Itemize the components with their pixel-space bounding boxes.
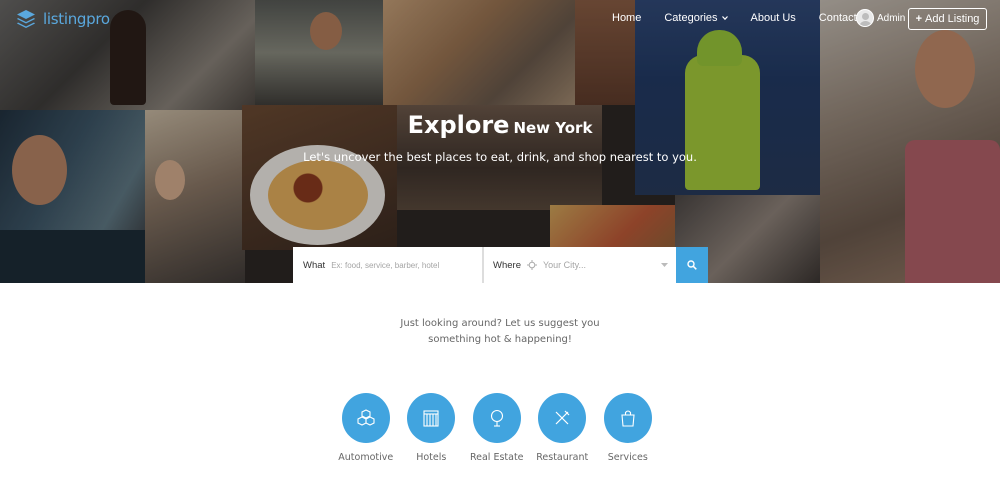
hotel-building-icon [423, 410, 439, 427]
suggest-line-1: Just looking around? Let us suggest you [400, 318, 600, 329]
category-label: Services [607, 452, 648, 463]
where-city-input[interactable] [542, 260, 653, 270]
nav-home[interactable]: Home [612, 12, 641, 24]
suggest-line-2: something hot & happening! [428, 334, 572, 345]
crosshair-icon [526, 260, 537, 270]
category-circle [341, 393, 390, 443]
fork-knife-icon [555, 410, 570, 425]
category-real-estate[interactable]: Real Estate [464, 393, 530, 463]
category-services[interactable]: Services [595, 393, 661, 463]
nav-about-us[interactable]: About Us [751, 12, 796, 24]
add-listing-button[interactable]: + Add Listing [908, 8, 987, 30]
add-listing-label: Add Listing [925, 13, 980, 25]
nav-categories-label: Categories [664, 12, 718, 24]
what-search-input[interactable] [331, 260, 472, 270]
layers-icon [17, 10, 35, 28]
nav-home-label: Home [612, 12, 642, 24]
category-label: Real Estate [469, 452, 524, 463]
search-icon [687, 260, 697, 270]
category-circle [472, 393, 521, 443]
where-label: Where [493, 259, 521, 271]
search-bar: What Where [293, 247, 708, 283]
category-circle [538, 393, 587, 443]
category-automotive[interactable]: Automotive [333, 393, 399, 463]
hero-headline: Explore New York [0, 111, 1000, 139]
category-label: Automotive [338, 452, 394, 463]
suggest-text: Just looking around? Let us suggest you … [0, 316, 1000, 348]
category-label: Hotels [416, 452, 447, 463]
map-pin-icon [490, 409, 503, 427]
user-name: Admin [877, 12, 906, 24]
category-list: Automotive Hotels Real Estate Restaurant… [333, 393, 673, 463]
nav-categories[interactable]: Categories [664, 12, 728, 24]
category-label: Restaurant [536, 452, 589, 463]
cubes-icon [357, 409, 375, 426]
main-nav: Home Categories About Us Contact [612, 12, 880, 24]
category-circle [407, 393, 456, 443]
nav-about-label: About Us [750, 12, 796, 24]
category-restaurant[interactable]: Restaurant [530, 393, 596, 463]
hero-overlay [0, 0, 1000, 283]
hero-banner [0, 0, 1000, 283]
plus-icon: + [915, 13, 922, 25]
category-hotels[interactable]: Hotels [399, 393, 465, 463]
user-menu[interactable]: Admin [856, 9, 905, 27]
nav-contact-label: Contact [818, 12, 857, 24]
brand-logo[interactable]: listingpro [15, 8, 110, 30]
hero-subheadline: Let's uncover the best places to eat, dr… [303, 150, 697, 164]
nav-contact[interactable]: Contact [819, 12, 857, 24]
hero-city-text: New York [513, 119, 593, 137]
shopping-bag-icon [621, 410, 635, 427]
hero-explore-text: Explore [407, 111, 510, 139]
category-circle [603, 393, 652, 443]
search-button[interactable] [676, 247, 708, 283]
what-field: What [293, 247, 484, 283]
avatar [856, 9, 874, 27]
brand-name: listingpro [43, 10, 110, 28]
dropdown-arrow-icon[interactable] [661, 262, 668, 268]
chevron-down-icon [721, 16, 728, 21]
what-label: What [303, 259, 326, 271]
where-field: Where [484, 247, 676, 283]
